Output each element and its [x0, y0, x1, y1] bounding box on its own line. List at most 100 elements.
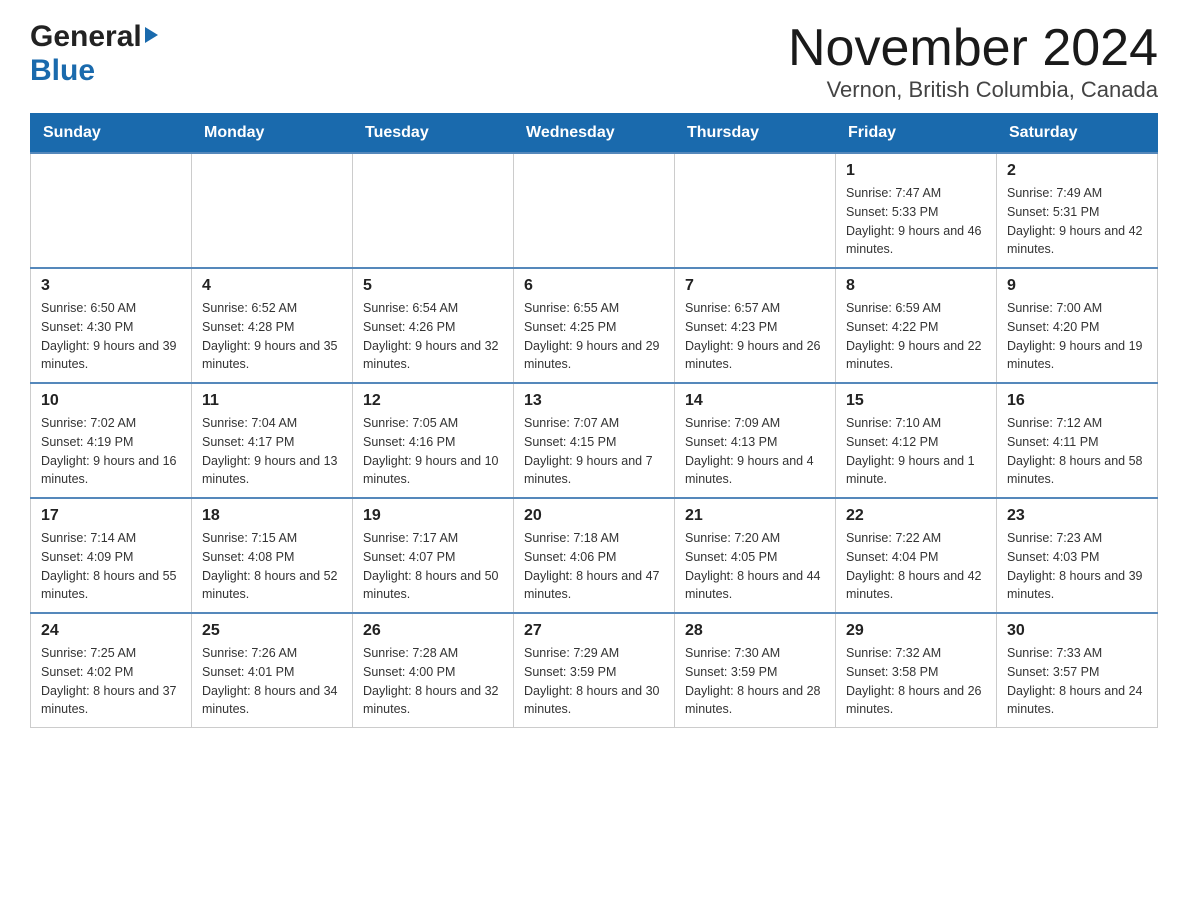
day-info: Sunrise: 7:25 AM Sunset: 4:02 PM Dayligh…: [41, 644, 181, 719]
day-number: 10: [41, 392, 181, 410]
day-number: 17: [41, 507, 181, 525]
day-number: 19: [363, 507, 503, 525]
day-number: 11: [202, 392, 342, 410]
calendar-cell: 4 Sunrise: 6:52 AM Sunset: 4:28 PM Daylig…: [192, 268, 353, 383]
day-info: Sunrise: 7:12 AM Sunset: 4:11 PM Dayligh…: [1007, 414, 1147, 489]
weekday-header-saturday: Saturday: [997, 114, 1158, 154]
day-number: 5: [363, 277, 503, 295]
calendar-cell: 12 Sunrise: 7:05 AM Sunset: 4:16 PM Dayli…: [353, 383, 514, 498]
calendar-cell: 30Sunrise: 7:33 AM Sunset: 3:57 PM Dayli…: [997, 613, 1158, 728]
day-number: 26: [363, 622, 503, 640]
calendar-cell: 7 Sunrise: 6:57 AM Sunset: 4:23 PM Daylig…: [675, 268, 836, 383]
day-info: Sunrise: 7:30 AM Sunset: 3:59 PM Dayligh…: [685, 644, 825, 719]
day-number: 13: [524, 392, 664, 410]
calendar-cell: 26 Sunrise: 7:28 AM Sunset: 4:00 PM Dayli…: [353, 613, 514, 728]
calendar-cell: [31, 153, 192, 268]
day-info: Sunrise: 7:07 AM Sunset: 4:15 PM Dayligh…: [524, 414, 664, 489]
calendar-cell: [675, 153, 836, 268]
calendar-cell: [353, 153, 514, 268]
calendar-cell: 18 Sunrise: 7:15 AM Sunset: 4:08 PM Dayli…: [192, 498, 353, 613]
logo-triangle-icon: [145, 27, 158, 43]
day-info: Sunrise: 7:02 AM Sunset: 4:19 PM Dayligh…: [41, 414, 181, 489]
weekday-header-monday: Monday: [192, 114, 353, 154]
logo-blue-text: Blue: [30, 54, 95, 87]
calendar-cell: 25Sunrise: 7:26 AM Sunset: 4:01 PM Dayli…: [192, 613, 353, 728]
calendar-cell: 8Sunrise: 6:59 AM Sunset: 4:22 PM Daylig…: [836, 268, 997, 383]
day-info: Sunrise: 7:29 AM Sunset: 3:59 PM Dayligh…: [524, 644, 664, 719]
calendar-cell: 17Sunrise: 7:14 AM Sunset: 4:09 PM Dayli…: [31, 498, 192, 613]
day-info: Sunrise: 6:57 AM Sunset: 4:23 PM Dayligh…: [685, 299, 825, 374]
day-info: Sunrise: 7:00 AM Sunset: 4:20 PM Dayligh…: [1007, 299, 1147, 374]
calendar-cell: 16 Sunrise: 7:12 AM Sunset: 4:11 PM Dayli…: [997, 383, 1158, 498]
day-number: 23: [1007, 507, 1147, 525]
logo: General Blue: [30, 20, 158, 88]
calendar-cell: 10 Sunrise: 7:02 AM Sunset: 4:19 PM Dayli…: [31, 383, 192, 498]
calendar-cell: 3Sunrise: 6:50 AM Sunset: 4:30 PM Daylig…: [31, 268, 192, 383]
calendar-cell: 14 Sunrise: 7:09 AM Sunset: 4:13 PM Dayli…: [675, 383, 836, 498]
calendar-cell: [192, 153, 353, 268]
weekday-header-tuesday: Tuesday: [353, 114, 514, 154]
weekday-header-wednesday: Wednesday: [514, 114, 675, 154]
day-number: 15: [846, 392, 986, 410]
day-info: Sunrise: 7:09 AM Sunset: 4:13 PM Dayligh…: [685, 414, 825, 489]
logo-general-text: General: [30, 20, 142, 54]
calendar-cell: 29Sunrise: 7:32 AM Sunset: 3:58 PM Dayli…: [836, 613, 997, 728]
weekday-header-thursday: Thursday: [675, 114, 836, 154]
day-number: 20: [524, 507, 664, 525]
day-info: Sunrise: 7:05 AM Sunset: 4:16 PM Dayligh…: [363, 414, 503, 489]
day-info: Sunrise: 7:15 AM Sunset: 4:08 PM Dayligh…: [202, 529, 342, 604]
calendar-week-row: 10 Sunrise: 7:02 AM Sunset: 4:19 PM Dayli…: [31, 383, 1158, 498]
calendar-header-row: SundayMondayTuesdayWednesdayThursdayFrid…: [31, 114, 1158, 154]
day-info: Sunrise: 7:10 AM Sunset: 4:12 PM Dayligh…: [846, 414, 986, 489]
day-number: 16: [1007, 392, 1147, 410]
day-number: 30: [1007, 622, 1147, 640]
calendar-cell: 20Sunrise: 7:18 AM Sunset: 4:06 PM Dayli…: [514, 498, 675, 613]
calendar-cell: 9 Sunrise: 7:00 AM Sunset: 4:20 PM Daylig…: [997, 268, 1158, 383]
day-number: 12: [363, 392, 503, 410]
calendar-cell: 22Sunrise: 7:22 AM Sunset: 4:04 PM Dayli…: [836, 498, 997, 613]
day-number: 3: [41, 277, 181, 295]
day-number: 8: [846, 277, 986, 295]
day-info: Sunrise: 6:54 AM Sunset: 4:26 PM Dayligh…: [363, 299, 503, 374]
day-info: Sunrise: 7:23 AM Sunset: 4:03 PM Dayligh…: [1007, 529, 1147, 604]
day-number: 2: [1007, 162, 1147, 180]
day-number: 18: [202, 507, 342, 525]
calendar-cell: 13 Sunrise: 7:07 AM Sunset: 4:15 PM Dayli…: [514, 383, 675, 498]
title-block: November 2024 Vernon, British Columbia, …: [788, 20, 1158, 103]
day-info: Sunrise: 7:04 AM Sunset: 4:17 PM Dayligh…: [202, 414, 342, 489]
calendar-cell: 21Sunrise: 7:20 AM Sunset: 4:05 PM Dayli…: [675, 498, 836, 613]
calendar-cell: 2 Sunrise: 7:49 AM Sunset: 5:31 PM Daylig…: [997, 153, 1158, 268]
day-info: Sunrise: 7:32 AM Sunset: 3:58 PM Dayligh…: [846, 644, 986, 719]
calendar-week-row: 1 Sunrise: 7:47 AM Sunset: 5:33 PM Daylig…: [31, 153, 1158, 268]
month-title: November 2024: [788, 20, 1158, 77]
day-number: 4: [202, 277, 342, 295]
calendar-week-row: 3Sunrise: 6:50 AM Sunset: 4:30 PM Daylig…: [31, 268, 1158, 383]
day-info: Sunrise: 7:28 AM Sunset: 4:00 PM Dayligh…: [363, 644, 503, 719]
day-number: 6: [524, 277, 664, 295]
calendar-cell: 28Sunrise: 7:30 AM Sunset: 3:59 PM Dayli…: [675, 613, 836, 728]
day-number: 27: [524, 622, 664, 640]
calendar-week-row: 24 Sunrise: 7:25 AM Sunset: 4:02 PM Dayli…: [31, 613, 1158, 728]
calendar-cell: 11 Sunrise: 7:04 AM Sunset: 4:17 PM Dayli…: [192, 383, 353, 498]
calendar-cell: 27 Sunrise: 7:29 AM Sunset: 3:59 PM Dayli…: [514, 613, 675, 728]
day-info: Sunrise: 7:17 AM Sunset: 4:07 PM Dayligh…: [363, 529, 503, 604]
weekday-header-sunday: Sunday: [31, 114, 192, 154]
calendar-cell: 24 Sunrise: 7:25 AM Sunset: 4:02 PM Dayli…: [31, 613, 192, 728]
day-info: Sunrise: 7:26 AM Sunset: 4:01 PM Dayligh…: [202, 644, 342, 719]
calendar-cell: 1 Sunrise: 7:47 AM Sunset: 5:33 PM Daylig…: [836, 153, 997, 268]
calendar-cell: 6 Sunrise: 6:55 AM Sunset: 4:25 PM Daylig…: [514, 268, 675, 383]
day-info: Sunrise: 6:55 AM Sunset: 4:25 PM Dayligh…: [524, 299, 664, 374]
calendar-week-row: 17Sunrise: 7:14 AM Sunset: 4:09 PM Dayli…: [31, 498, 1158, 613]
day-number: 14: [685, 392, 825, 410]
day-info: Sunrise: 7:20 AM Sunset: 4:05 PM Dayligh…: [685, 529, 825, 604]
weekday-header-friday: Friday: [836, 114, 997, 154]
day-number: 7: [685, 277, 825, 295]
day-number: 1: [846, 162, 986, 180]
day-info: Sunrise: 7:49 AM Sunset: 5:31 PM Dayligh…: [1007, 184, 1147, 259]
day-info: Sunrise: 7:47 AM Sunset: 5:33 PM Dayligh…: [846, 184, 986, 259]
day-number: 9: [1007, 277, 1147, 295]
day-info: Sunrise: 7:22 AM Sunset: 4:04 PM Dayligh…: [846, 529, 986, 604]
day-info: Sunrise: 6:52 AM Sunset: 4:28 PM Dayligh…: [202, 299, 342, 374]
calendar-cell: 19 Sunrise: 7:17 AM Sunset: 4:07 PM Dayli…: [353, 498, 514, 613]
day-number: 24: [41, 622, 181, 640]
